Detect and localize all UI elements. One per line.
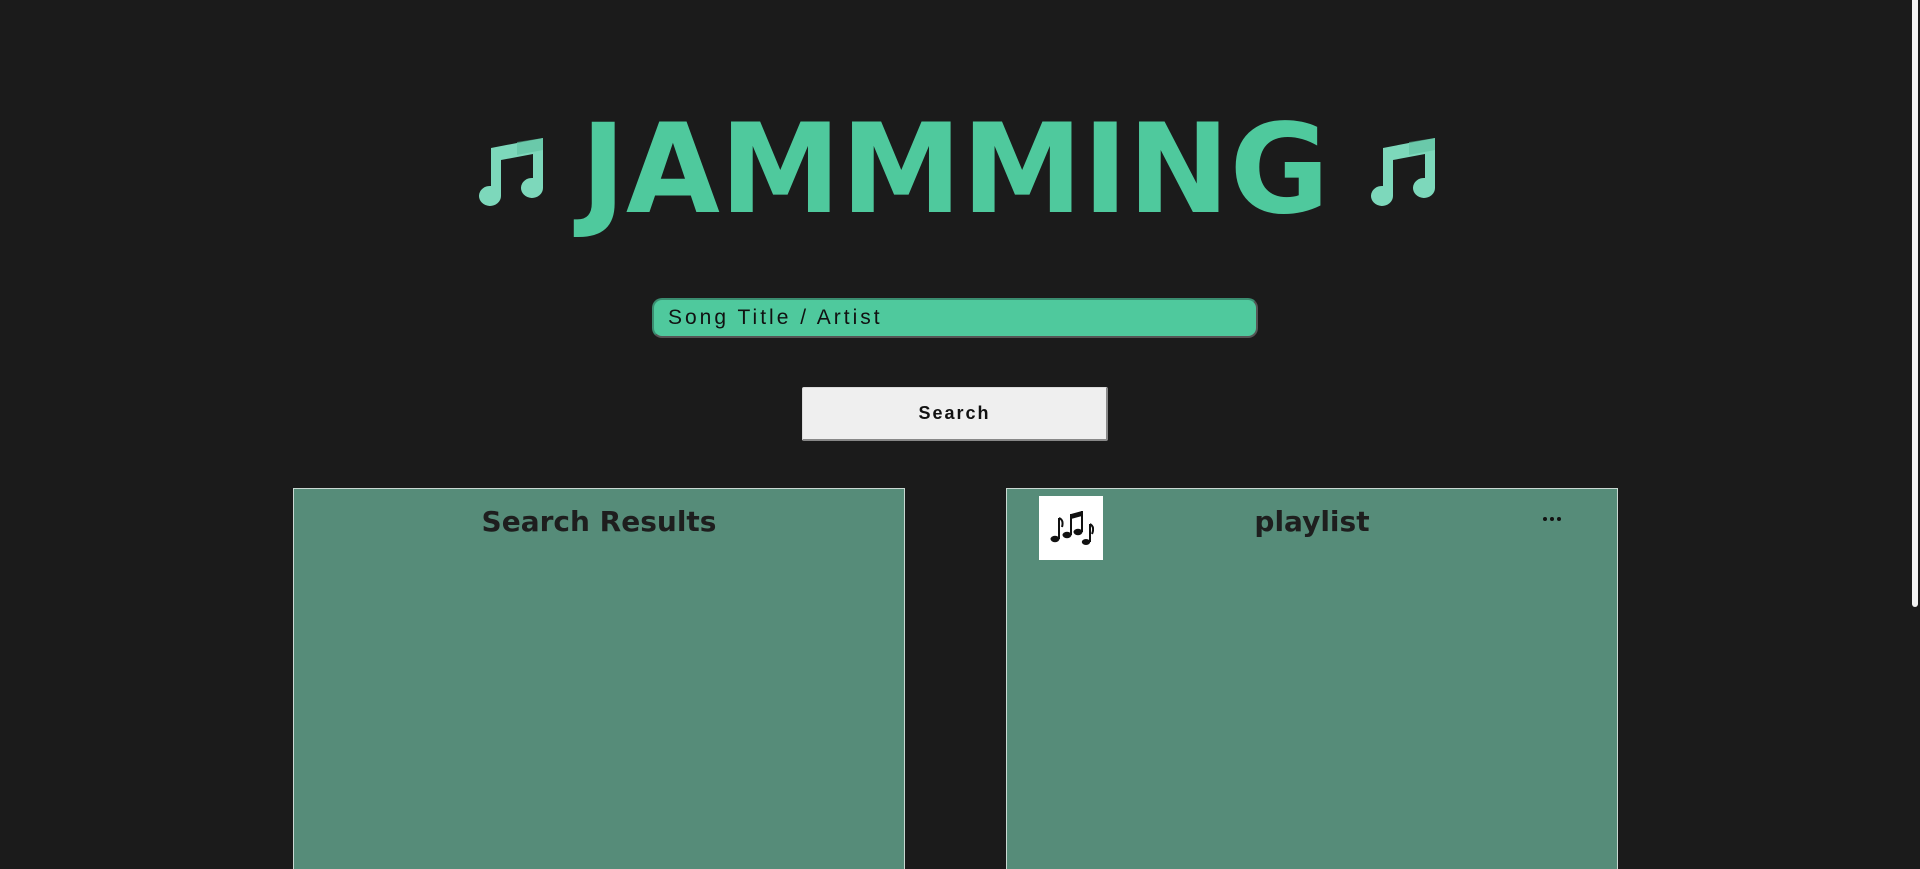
music-note-icon — [469, 130, 549, 210]
app-page: JAMMMING Search Search Results — [0, 0, 1920, 869]
app-title: JAMMMING — [580, 98, 1330, 242]
search-results-title: Search Results — [481, 505, 717, 538]
ellipsis-dot — [1543, 517, 1547, 521]
playlist-title[interactable]: playlist — [1007, 505, 1617, 538]
music-note-icon — [1361, 130, 1441, 210]
ellipsis-icon[interactable] — [1537, 511, 1567, 527]
playlist-panel: playlist — [1006, 488, 1618, 869]
ellipsis-dot — [1550, 517, 1554, 521]
ellipsis-dot — [1557, 517, 1561, 521]
page-scrollbar[interactable] — [1910, 0, 1920, 869]
app-header: JAMMMING — [0, 108, 1910, 232]
search-input[interactable] — [652, 298, 1258, 338]
scrollbar-thumb[interactable] — [1912, 0, 1918, 607]
search-button[interactable]: Search — [802, 387, 1108, 441]
search-results-panel: Search Results — [293, 488, 905, 869]
